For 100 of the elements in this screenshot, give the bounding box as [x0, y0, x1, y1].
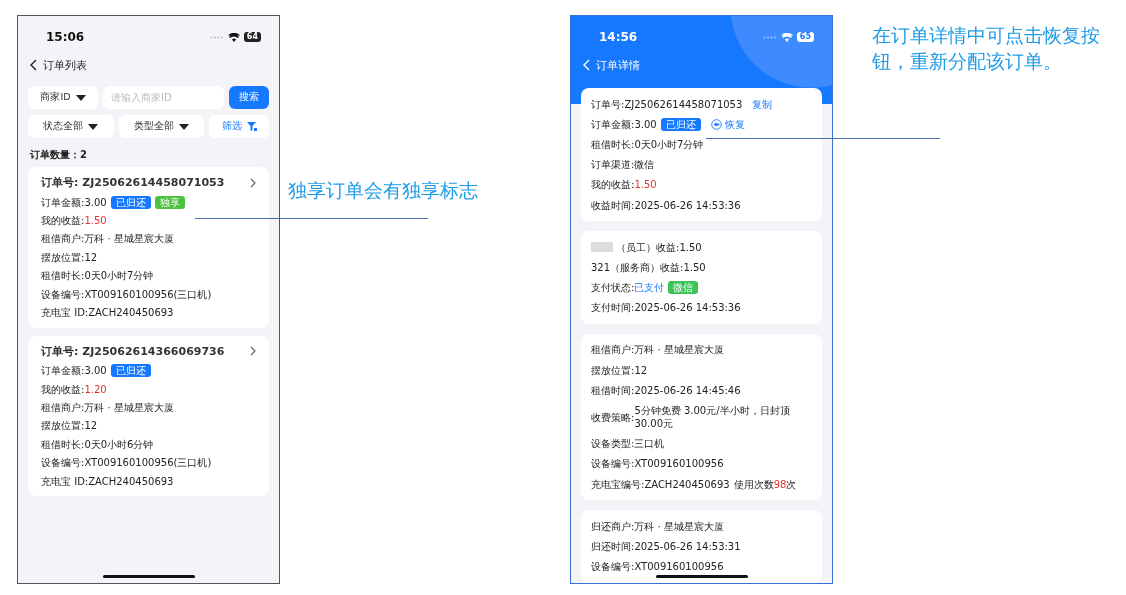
wifi-icon [227, 32, 240, 42]
field-label: 租借商户: [41, 232, 85, 246]
field-value: 微信 [634, 158, 655, 172]
field-label: 摆放位置: [41, 419, 85, 433]
field-label: 我的收益: [591, 178, 635, 192]
field-value: 三口机 [634, 437, 665, 451]
order-number: 订单号: ZJ25062614458071053 [41, 175, 225, 190]
chevron-right-icon [250, 346, 256, 357]
status-tag: 已归还 [110, 364, 151, 378]
search-field[interactable]: 请输入商家ID [103, 86, 224, 109]
field-label: 订单金额: [41, 364, 85, 378]
field-value: 12 [84, 250, 98, 264]
field-label: 租借时长: [591, 137, 635, 151]
field-label: 设备编号: [41, 456, 85, 470]
field-label: 我的收益: [41, 382, 85, 396]
field-value: 12 [634, 363, 648, 377]
restore-button[interactable]: 恢复 [710, 117, 745, 131]
field-value: 0天0小时7分钟 [634, 137, 704, 151]
field-value: ZACH240450693 [88, 305, 174, 319]
field-label: （员工）收益: [616, 240, 680, 254]
back-icon[interactable] [30, 59, 37, 71]
field-value: 2025-06-26 14:53:36 [634, 301, 741, 315]
field-value: XT009160100956(三口机) [84, 456, 212, 470]
order-number: 订单号: ZJ25062614366069736 [41, 343, 225, 359]
field-value: XT009160100956 [634, 457, 724, 471]
field-value: 万科 · 星城星宸大厦 [84, 401, 174, 415]
status-dropdown[interactable]: 状态全部 [28, 115, 114, 138]
field-label: 摆放位置: [591, 363, 635, 377]
field-value: ZACH240450693 [88, 474, 174, 488]
field-value: 1.20 [84, 382, 107, 396]
annotation-text: 独享订单会有独享标志 [288, 178, 478, 203]
order-card[interactable]: 订单号: ZJ25062614458071053 订单金额:3.00 已归还 独享 我的收益:1.50 租借商户:万科 · 星城星宸大厦 摆放位置:12 租借时长:0天0小时7分钟 设备编号:XT009160100956(三口机) 充电宝 ID:ZACH240450693 [28, 167, 269, 328]
field-value: 2025-06-26 14:45:46 [634, 383, 741, 397]
order-card[interactable]: 订单号: ZJ25062614366069736 订单金额:3.00 已归还 我的收益:1.20 租借商户:万科 · 星城星宸大厦 摆放位置:12 租借时长:0天0小时6分钟 设备编号:XT009160100956(三口机) 充电宝 ID:ZACH240450693 [28, 335, 269, 497]
page-title: 订单详情 [596, 57, 640, 73]
field-value: XT009160100956 [634, 560, 724, 574]
field-label: 设备编号: [591, 560, 635, 574]
field-label: 租借商户: [591, 343, 635, 357]
field-value: 5分钟免费 3.00元/半小时，日封顶30.00元 [634, 404, 791, 431]
wifi-icon [780, 32, 793, 42]
page-title: 订单列表 [43, 57, 87, 73]
field-label: 租借时长: [41, 437, 85, 451]
field-label: 订单渠道: [591, 158, 635, 172]
field-label: 收费策略: [591, 410, 635, 423]
field-label: 归还商户: [591, 519, 635, 533]
field-label: 设备类型: [591, 437, 635, 451]
status-time: 15:06 [46, 30, 85, 44]
field-label: 订单金额: [591, 117, 635, 131]
field-value: 0天0小时6分钟 [84, 437, 154, 451]
field-value: 3.00 [634, 117, 657, 131]
order-count: 订单数量：2 [29, 148, 88, 162]
chevron-right-icon [250, 177, 256, 188]
field-label: 租借时长: [41, 269, 85, 283]
field-value: 12 [84, 419, 98, 433]
field-label: 支付状态: [591, 281, 635, 295]
usage-count: 使用次数98次 [733, 477, 797, 491]
filter-button[interactable]: 筛选 [209, 115, 269, 138]
restore-icon [710, 118, 722, 130]
field-label: 支付时间: [591, 301, 635, 315]
field-value: 3.00 [84, 195, 107, 209]
field-value: 3.00 [84, 364, 107, 378]
status-time: 14:56 [599, 30, 638, 44]
field-label: 租借商户: [41, 401, 85, 415]
field-label: 我的收益: [41, 214, 85, 228]
signal-icon [762, 35, 777, 39]
search-button[interactable]: 搜索 [229, 86, 269, 109]
field-label: 摆放位置: [41, 250, 85, 264]
field-value: 1.50 [683, 260, 706, 274]
status-tag: 微信 [668, 281, 699, 295]
battery-indicator: 65 [796, 32, 814, 42]
field-label: 订单号: [591, 97, 625, 111]
caret-icon [75, 94, 86, 101]
field-value: 2025-06-26 14:53:36 [634, 198, 741, 212]
field-label: 充电宝 ID: [41, 474, 89, 488]
status-tag: 已归还 [660, 117, 701, 131]
field-value: 已支付 [634, 281, 665, 295]
type-dropdown[interactable]: 类型全部 [118, 115, 204, 138]
field-label: 充电宝编号: [591, 477, 645, 491]
field-label: 收益时间: [591, 198, 635, 212]
status-tag: 已归还 [110, 195, 151, 209]
status-tag: 独享 [154, 195, 185, 209]
field-label: 充电宝 ID: [41, 305, 89, 319]
field-label: 设备编号: [591, 457, 635, 471]
field-value: 1.50 [679, 240, 702, 254]
signal-icon [209, 35, 224, 39]
field-value: 万科 · 星城星宸大厦 [634, 343, 724, 357]
field-value: 万科 · 星城星宸大厦 [634, 519, 724, 533]
battery-indicator: 64 [243, 32, 261, 42]
field-value: 0天0小时7分钟 [84, 269, 154, 283]
field-value: ZJ25062614458071053 [624, 97, 743, 111]
caret-icon [88, 123, 99, 130]
field-value: 万科 · 星城星宸大厦 [84, 232, 174, 246]
field-label: 设备编号: [41, 287, 85, 301]
field-label: 321（服务商）收益: [591, 260, 684, 274]
field-label: 租借时间: [591, 383, 635, 397]
field-value: 1.50 [634, 178, 657, 192]
copy-link[interactable]: 复制 [752, 97, 773, 111]
merchant-dropdown[interactable]: 商家ID [28, 86, 98, 109]
field-value: XT009160100956(三口机) [84, 287, 212, 301]
field-label: 订单金额: [41, 195, 85, 209]
